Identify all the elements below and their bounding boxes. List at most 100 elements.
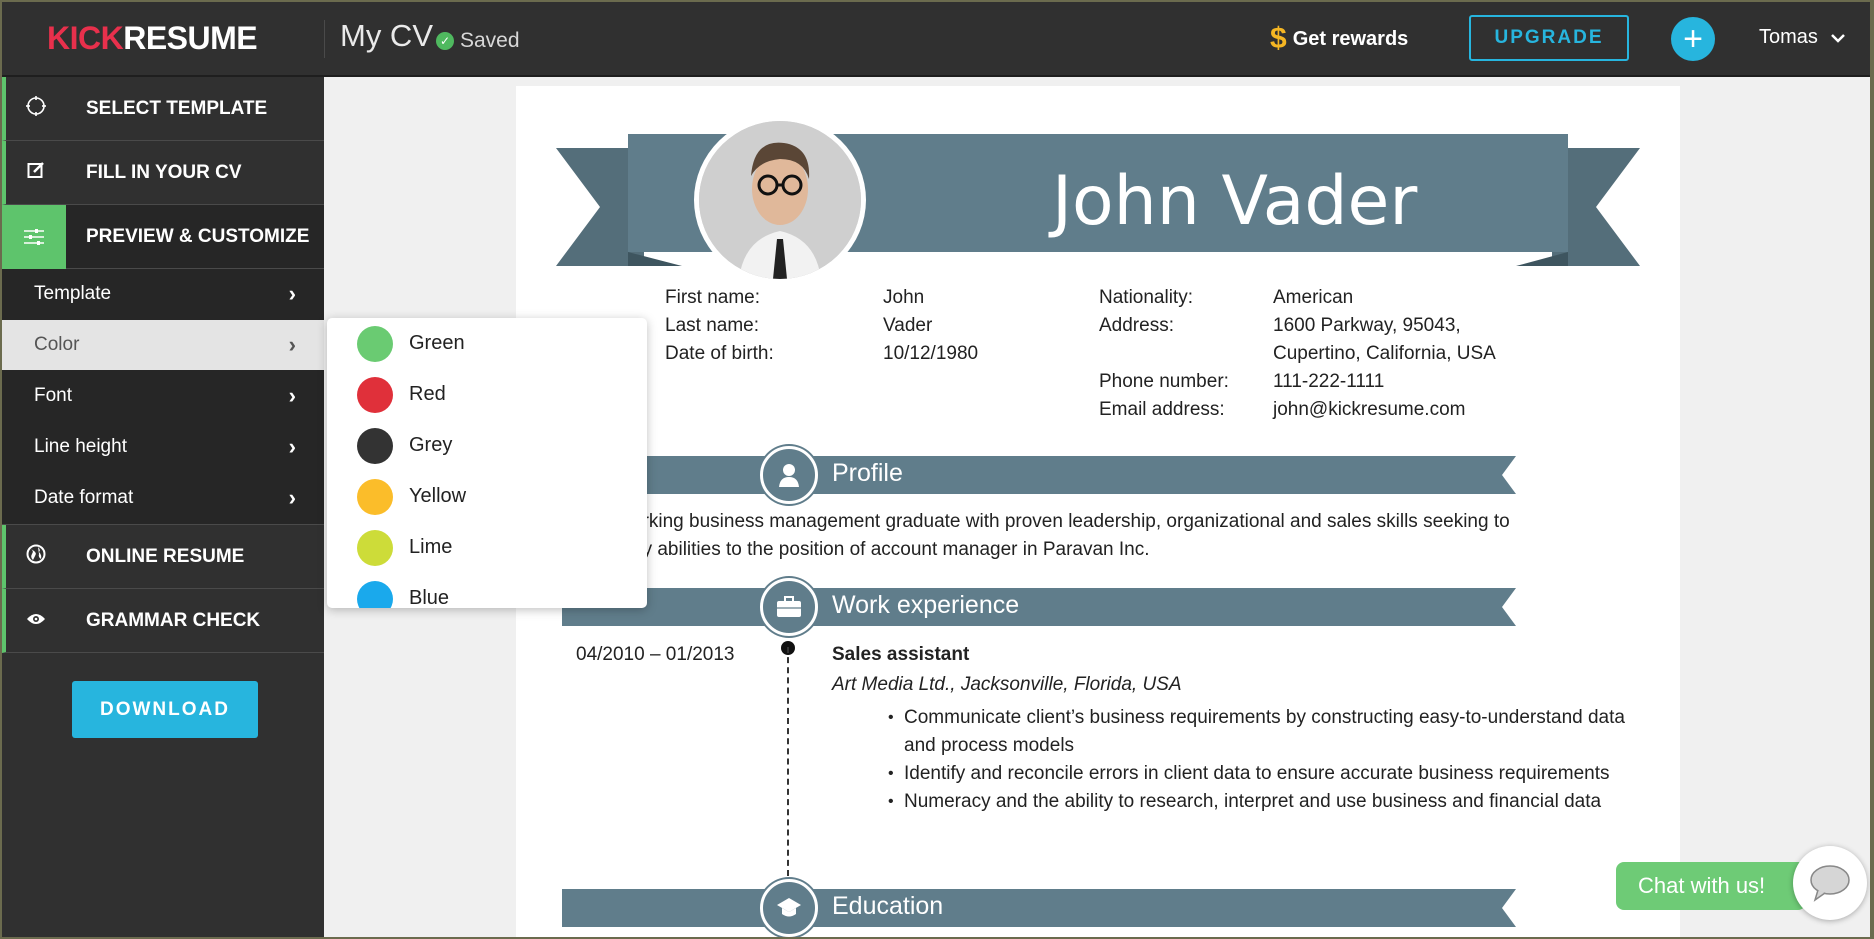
info-row: Nationality: American — [1099, 284, 1496, 312]
work-section-icon — [760, 578, 818, 636]
chevron-right-icon: › — [288, 281, 296, 306]
step-fill-in-cv[interactable]: FILL IN YOUR CV — [2, 141, 324, 205]
kickresume-logo[interactable]: KICKRESUME — [47, 20, 258, 57]
upgrade-button[interactable]: UPGRADE — [1469, 15, 1629, 61]
info-label: Phone number: — [1099, 371, 1229, 392]
info-label: First name: — [665, 287, 761, 308]
step-label: PREVIEW & CUSTOMIZE — [86, 225, 310, 247]
user-menu[interactable]: Tomas — [1759, 26, 1846, 49]
user-icon — [779, 464, 799, 487]
color-swatch — [357, 325, 393, 362]
step-online-resume[interactable]: ONLINE RESUME — [2, 525, 324, 589]
cv-preview: John Vader First name: John Last name: Vad… — [516, 86, 1680, 937]
info-row: Last name: Vader — [665, 312, 978, 340]
bullet-item: Identify and reconcile errors in client … — [888, 760, 1648, 788]
option-font[interactable]: Font › — [2, 371, 324, 422]
info-label: Address: — [1099, 315, 1174, 336]
info-label: Last name: — [665, 315, 759, 336]
personal-info-right: Nationality: American Address: 1600 Parkwa… — [1099, 284, 1496, 424]
color-option-grey[interactable]: Grey — [327, 420, 647, 471]
section-title-education: Education — [832, 892, 944, 920]
personal-info-left: First name: John Last name: Vader Date of … — [665, 284, 978, 368]
education-section-icon — [760, 879, 818, 937]
option-label: Color — [34, 334, 80, 355]
get-rewards-link[interactable]: $ Get rewards — [1270, 22, 1408, 56]
profile-line: ny abilities to the position of account … — [632, 539, 1150, 560]
app-window: KICKRESUME My CV ✓ Saved $ Get rewards U… — [2, 2, 1870, 937]
save-status-text: Saved — [460, 29, 520, 52]
customize-options: Template › Color › Font › Line height › Date… — [2, 269, 324, 525]
color-option-yellow[interactable]: Yellow — [327, 471, 647, 522]
plus-icon: + — [1683, 20, 1703, 58]
chat-with-us-button[interactable]: Chat with us! — [1616, 862, 1806, 910]
edit-icon — [6, 161, 66, 185]
document-title[interactable]: My CV — [340, 18, 433, 54]
color-label: Lime — [409, 536, 453, 558]
color-option-lime[interactable]: Lime — [327, 522, 647, 573]
profile-line: orking business management graduate with… — [632, 511, 1510, 532]
chat-bubble-button[interactable] — [1793, 846, 1867, 920]
profile-text: orking business management graduate with… — [632, 508, 1510, 564]
color-option-red[interactable]: Red — [327, 369, 647, 420]
sidebar: SELECT TEMPLATE FILL IN YOUR CV PREVIEW … — [2, 77, 324, 937]
chevron-right-icon: › — [288, 332, 296, 357]
option-date-format[interactable]: Date format › — [2, 473, 324, 524]
option-color[interactable]: Color › — [2, 320, 324, 371]
job-company: Art Media Ltd., Jacksonville, Florida, U… — [832, 674, 1182, 695]
logo-resume-text: RESUME — [123, 20, 258, 56]
job-title: Sales assistant — [832, 644, 970, 665]
color-label: Red — [409, 383, 446, 405]
color-label: Yellow — [409, 485, 467, 507]
cv-name[interactable]: John Vader — [1052, 162, 1417, 241]
section-title-work: Work experience — [832, 591, 1020, 619]
info-label: Email address: — [1099, 399, 1225, 420]
color-swatch — [357, 529, 393, 566]
profile-section-icon — [760, 446, 818, 504]
divider — [324, 20, 325, 58]
eye-icon — [6, 609, 66, 632]
check-circle-icon: ✓ — [436, 32, 454, 50]
briefcase-icon — [777, 596, 801, 617]
color-swatch — [357, 376, 393, 413]
person-photo-icon — [699, 121, 861, 279]
info-row: Phone number: 111-222-1111 — [1099, 368, 1496, 396]
option-line-height[interactable]: Line height › — [2, 422, 324, 473]
crosshair-icon — [6, 95, 66, 122]
step-grammar-check[interactable]: GRAMMAR CHECK — [2, 589, 324, 653]
step-label: FILL IN YOUR CV — [86, 161, 242, 183]
color-label: Grey — [409, 434, 453, 456]
globe-icon — [6, 544, 66, 570]
info-value: 111-222-1111 — [1273, 371, 1385, 392]
job-bullets: Communicate client’s business requiremen… — [888, 704, 1648, 816]
step-select-template[interactable]: SELECT TEMPLATE — [2, 77, 324, 141]
option-label: Line height — [34, 436, 127, 457]
info-value: Vader — [883, 315, 933, 336]
profile-banner — [562, 456, 1516, 494]
option-template[interactable]: Template › — [2, 269, 324, 320]
option-label: Date format — [34, 487, 134, 508]
color-label: Green — [409, 332, 465, 354]
info-value: Cupertino, California, USA — [1273, 343, 1496, 364]
step-label: SELECT TEMPLATE — [86, 97, 268, 119]
info-value: John — [883, 287, 925, 308]
info-value: 10/12/1980 — [883, 343, 979, 364]
add-button[interactable]: + — [1671, 17, 1715, 61]
dollar-icon: $ — [1270, 22, 1287, 55]
download-button[interactable]: DOWNLOAD — [72, 681, 258, 738]
color-option-green[interactable]: Green — [327, 318, 647, 369]
color-label: Blue — [409, 587, 450, 608]
bullet-item: Numeracy and the ability to research, in… — [888, 788, 1648, 816]
info-row: Address: 1600 Parkway, 95043, — [1099, 312, 1496, 340]
info-label: Date of birth: — [665, 343, 774, 364]
chevron-right-icon: › — [288, 434, 296, 459]
color-option-blue[interactable]: Blue — [327, 573, 647, 608]
option-label: Template — [34, 283, 112, 304]
step-preview-customize[interactable]: PREVIEW & CUSTOMIZE — [2, 204, 324, 269]
profile-photo[interactable] — [694, 116, 866, 284]
chat-label: Chat with us! — [1638, 873, 1766, 898]
color-swatch — [357, 427, 393, 464]
info-label: Nationality: — [1099, 287, 1193, 308]
sliders-icon — [2, 204, 66, 269]
bullet-item: Communicate client’s business requiremen… — [888, 704, 1648, 760]
job-dates: 04/2010 – 01/2013 — [576, 644, 735, 665]
